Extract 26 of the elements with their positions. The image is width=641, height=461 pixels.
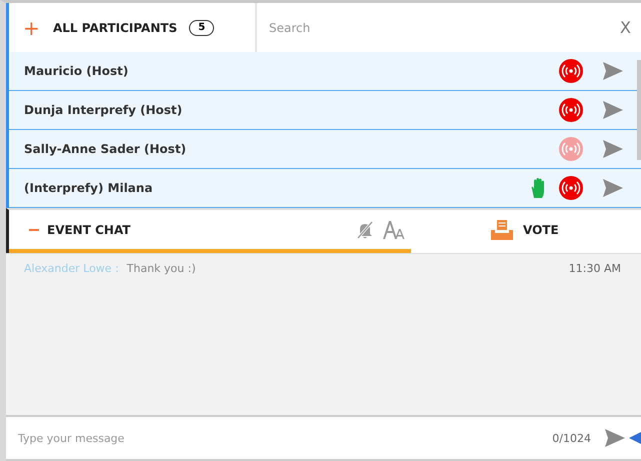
participant-name: Sally-Anne Sader (Host) [24,142,188,156]
broadcast-icon[interactable] [559,59,583,83]
search-field[interactable]: Search [257,3,610,52]
send-message-icon[interactable] [603,179,623,197]
participant-name: Dunja Interprefy (Host) [24,103,184,117]
close-button[interactable]: X [610,3,641,52]
mute-bell-icon[interactable] [357,220,373,238]
send-message-icon[interactable] [603,62,623,80]
broadcast-icon[interactable] [559,176,583,200]
ballot-box-icon [491,220,513,240]
font-size-icon[interactable] [383,220,405,238]
message-text: Thank you :) [126,262,197,275]
message-time: 11:30 AM [568,262,621,275]
send-message-icon[interactable] [603,101,623,119]
participant-name: Mauricio (Host) [24,64,130,78]
send-message-icon[interactable] [603,140,623,158]
pointer-icon [629,432,641,444]
scrollbar[interactable] [637,60,641,160]
character-counter: 0/1024 [552,432,591,444]
send-icon[interactable] [605,429,625,447]
broadcast-icon[interactable] [559,137,583,161]
participant-count: 5 [189,20,214,36]
expand-toggle[interactable]: + [23,16,53,40]
broadcast-icon[interactable] [559,98,583,122]
participant-name: (Interprefy) Milana [24,181,154,195]
section-title: ALL PARTICIPANTS [53,20,178,34]
